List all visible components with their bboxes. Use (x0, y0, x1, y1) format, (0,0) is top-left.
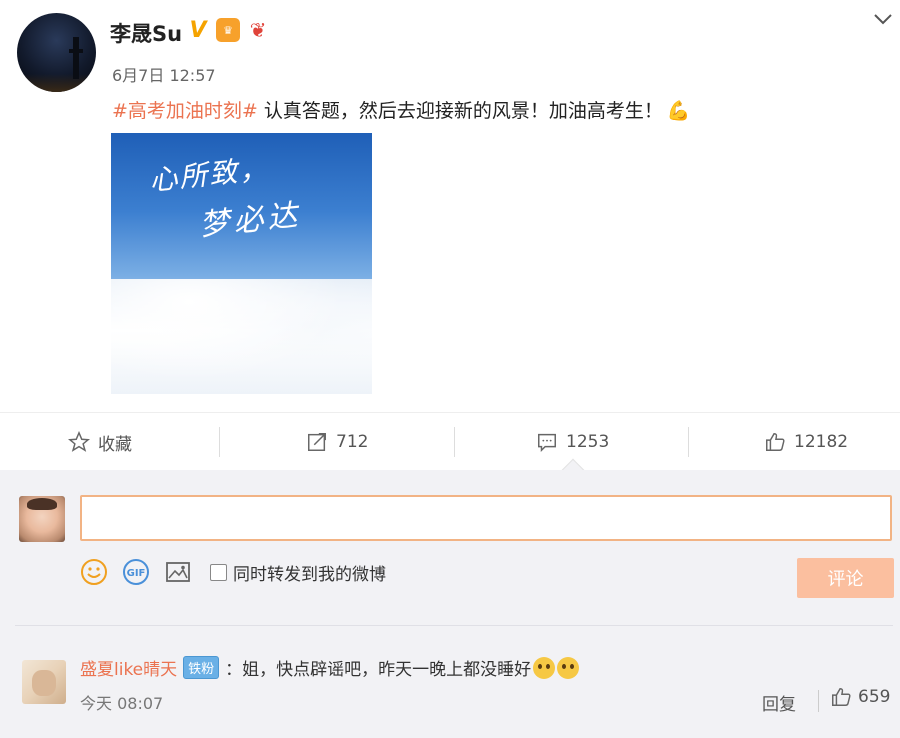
comment-item: 盛夏like晴天 铁粉 ：姐，快点辟谣吧，昨天一晚上都没睡好 (80, 655, 580, 680)
action-divider (219, 427, 220, 457)
like-count: 12182 (794, 432, 849, 452)
gif-icon[interactable]: GIF (122, 558, 150, 586)
commenter-name[interactable]: 盛夏like晴天 (80, 655, 177, 680)
bow-icon[interactable]: ❦ (246, 18, 270, 42)
image-caption-line1: 心所致， (147, 151, 271, 198)
composer-toolbar: GIF 同时转发到我的微博 (80, 558, 386, 586)
post-image[interactable]: 心所致， 梦必达 (111, 133, 372, 394)
post-text: 认真答题，然后去迎接新的风景！加油高考生！ (257, 100, 663, 122)
muscle-emoji-icon: 💪 (666, 100, 691, 122)
post-action-bar: 收藏 712 1253 12182 (0, 412, 900, 470)
comment-input[interactable] (80, 495, 892, 541)
comment-count: 1253 (566, 432, 610, 452)
repost-icon (308, 433, 326, 451)
image-caption-line2: 梦必达 (197, 197, 303, 244)
share-label: 同时转发到我的微博 (233, 564, 386, 585)
action-divider (454, 427, 455, 457)
share-to-weibo-option[interactable]: 同时转发到我的微博 (210, 560, 386, 585)
hashtag-link[interactable]: #高考加油时刻# (112, 100, 258, 122)
weibo-post: 李晟Su V ♛ ❦ 6月7日 12:57 #高考加油时刻# 认真答题，然后去迎… (0, 0, 900, 412)
author-name[interactable]: 李晟Su (110, 18, 182, 48)
current-user-avatar[interactable] (19, 496, 65, 542)
comment-like-count: 659 (858, 687, 891, 707)
favorite-label: 收藏 (98, 434, 132, 455)
thumbs-up-icon (832, 688, 851, 706)
author-avatar[interactable] (17, 13, 96, 92)
author-badges: V ♛ ❦ (186, 18, 270, 43)
chevron-down-icon[interactable] (872, 12, 894, 26)
repost-button[interactable]: 712 (306, 413, 368, 471)
sad-face-emoji-icon (557, 656, 580, 679)
thumbs-up-icon (766, 433, 785, 451)
post-body: #高考加油时刻# 认真答题，然后去迎接新的风景！加油高考生！ 💪 (112, 96, 691, 123)
emoji-icon[interactable] (80, 558, 108, 586)
submit-comment-button[interactable]: 评论 (797, 558, 894, 598)
like-button[interactable]: 12182 (764, 413, 848, 471)
post-timestamp[interactable]: 6月7日 12:57 (112, 62, 216, 86)
repost-count: 712 (336, 432, 369, 452)
vip-icon[interactable]: ♛ (216, 18, 240, 42)
comment-time: 今天 08:07 (80, 694, 164, 713)
svg-text:GIF: GIF (127, 568, 146, 579)
reply-button[interactable]: 回复 (762, 690, 796, 715)
verified-v-icon[interactable]: V (186, 18, 210, 43)
action-divider (688, 427, 689, 457)
fan-badge[interactable]: 铁粉 (183, 656, 220, 679)
favorite-button[interactable]: 收藏 (68, 413, 132, 471)
comment-text: ：姐，快点辟谣吧，昨天一晚上都没睡好 (225, 660, 532, 680)
share-checkbox[interactable] (210, 563, 227, 581)
comment-icon (538, 433, 556, 453)
star-icon (68, 431, 90, 452)
image-icon[interactable] (164, 558, 192, 586)
comment-action-divider (818, 690, 819, 712)
sad-face-emoji-icon (533, 656, 556, 679)
commenter-avatar[interactable] (22, 660, 66, 704)
comment-like-button[interactable]: 659 (830, 686, 890, 708)
comments-divider (15, 625, 893, 626)
